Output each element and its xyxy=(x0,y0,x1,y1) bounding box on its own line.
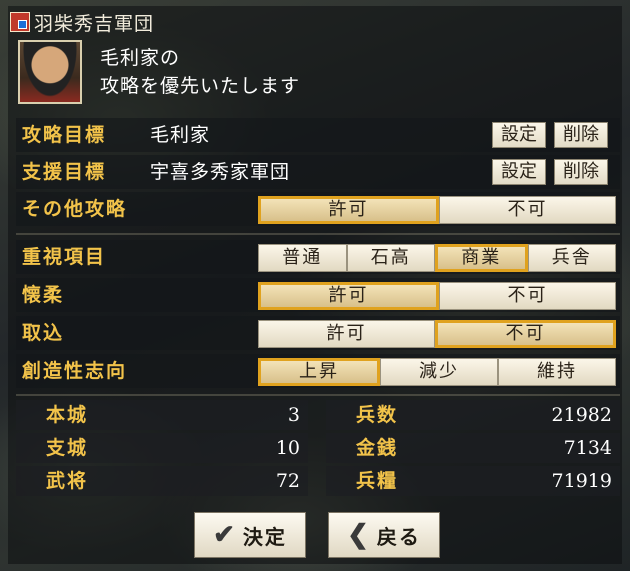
stat-gold: 金銭 7134 xyxy=(326,433,620,463)
back-button-label: 戻る xyxy=(376,524,421,549)
attack-target-delete-button[interactable]: 削除 xyxy=(554,122,608,148)
support-target-row: 支援目標 宇喜多秀家軍団 設定 削除 xyxy=(16,155,620,189)
other-attack-label: その他攻略 xyxy=(22,198,128,220)
priority-barracks-option[interactable]: 兵舎 xyxy=(527,244,616,272)
advisor-message: 毛利家の 攻略を優先いたします xyxy=(100,44,300,100)
appease-label: 懐柔 xyxy=(22,284,65,306)
stat-generals-value: 72 xyxy=(275,470,300,492)
appease-row: 懐柔 許可 不可 xyxy=(16,278,620,312)
support-target-delete-button[interactable]: 削除 xyxy=(554,159,608,185)
stat-branch-castle-label: 支城 xyxy=(46,437,89,459)
creativity-increase-option[interactable]: 上昇 xyxy=(258,358,380,386)
priority-rice-option[interactable]: 石高 xyxy=(346,244,435,272)
attack-target-value: 毛利家 xyxy=(150,124,211,146)
stat-provisions: 兵糧 71919 xyxy=(326,466,620,496)
stat-main-castle-value: 3 xyxy=(287,404,300,426)
confirm-button-label: 決定 xyxy=(242,524,287,549)
creativity-maintain-option[interactable]: 維持 xyxy=(498,358,616,386)
stat-branch-castle-value: 10 xyxy=(275,437,300,459)
support-target-value: 宇喜多秀家軍団 xyxy=(150,161,291,183)
chevron-left-icon: ❮ xyxy=(347,520,371,550)
recruit-toggle: 許可 不可 xyxy=(258,320,616,348)
priority-label: 重視項目 xyxy=(22,246,107,268)
appease-deny-option[interactable]: 不可 xyxy=(439,282,616,310)
window-title: 羽柴秀吉軍団 xyxy=(34,12,155,35)
creativity-decrease-option[interactable]: 減少 xyxy=(380,358,498,386)
window-title-bar: 羽柴秀吉軍団 xyxy=(10,8,154,36)
advisor-message-line1: 毛利家の xyxy=(100,47,181,69)
checkmark-icon: ✔ xyxy=(213,520,237,550)
other-attack-toggle: 許可 不可 xyxy=(258,196,616,224)
game-map-background: 羽柴秀吉軍団 毛利家の 攻略を優先いたします 攻略目標 毛利家 設定 削除 支援… xyxy=(0,0,630,571)
appease-allow-option[interactable]: 許可 xyxy=(258,282,439,310)
section-divider xyxy=(16,233,620,235)
stat-soldiers-label: 兵数 xyxy=(356,404,399,426)
attack-target-label: 攻略目標 xyxy=(22,124,107,146)
stat-generals-label: 武将 xyxy=(46,470,89,492)
priority-commerce-option[interactable]: 商業 xyxy=(435,244,528,272)
clan-crest-icon xyxy=(10,12,30,32)
priority-row: 重視項目 普通 石高 商業 兵舎 xyxy=(16,240,620,274)
recruit-allow-option[interactable]: 許可 xyxy=(258,320,435,348)
stat-provisions-value: 71919 xyxy=(551,470,612,492)
recruit-row: 取込 許可 不可 xyxy=(16,316,620,350)
support-target-set-button[interactable]: 設定 xyxy=(492,159,546,185)
attack-target-set-button[interactable]: 設定 xyxy=(492,122,546,148)
stat-gold-value: 7134 xyxy=(563,437,612,459)
stat-branch-castle: 支城 10 xyxy=(16,433,308,463)
stat-soldiers-value: 21982 xyxy=(551,404,612,426)
appease-toggle: 許可 不可 xyxy=(258,282,616,310)
stat-soldiers: 兵数 21982 xyxy=(326,400,620,430)
other-attack-allow-option[interactable]: 許可 xyxy=(258,196,439,224)
stat-generals: 武将 72 xyxy=(16,466,308,496)
stat-main-castle: 本城 3 xyxy=(16,400,308,430)
priority-normal-option[interactable]: 普通 xyxy=(258,244,347,272)
attack-target-row: 攻略目標 毛利家 設定 削除 xyxy=(16,118,620,152)
creativity-label: 創造性志向 xyxy=(22,360,128,382)
priority-selector: 普通 石高 商業 兵舎 xyxy=(258,244,616,272)
back-button[interactable]: ❮ 戻る xyxy=(328,512,440,558)
other-attack-deny-option[interactable]: 不可 xyxy=(439,196,616,224)
confirm-button[interactable]: ✔ 決定 xyxy=(194,512,306,558)
stat-provisions-label: 兵糧 xyxy=(356,470,399,492)
recruit-label: 取込 xyxy=(22,322,65,344)
samurai-portrait-icon xyxy=(18,40,82,104)
advisor-message-line2: 攻略を優先いたします xyxy=(100,75,301,97)
creativity-selector: 上昇 減少 維持 xyxy=(258,358,616,386)
support-target-label: 支援目標 xyxy=(22,161,107,183)
other-attack-row: その他攻略 許可 不可 xyxy=(16,192,620,226)
stat-gold-label: 金銭 xyxy=(356,437,399,459)
stat-main-castle-label: 本城 xyxy=(46,404,89,426)
section-divider xyxy=(16,394,620,396)
recruit-deny-option[interactable]: 不可 xyxy=(435,320,616,348)
creativity-row: 創造性志向 上昇 減少 維持 xyxy=(16,354,620,388)
